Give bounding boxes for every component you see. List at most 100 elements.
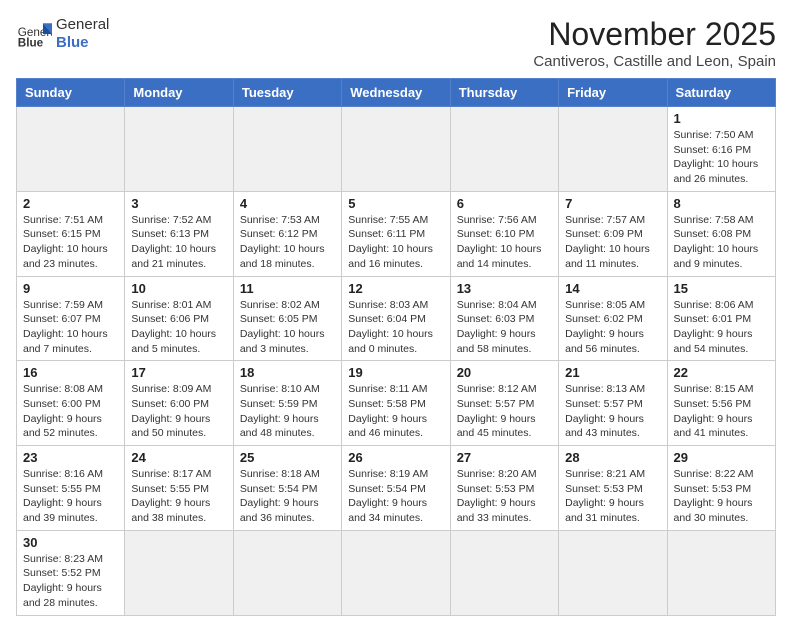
- day-info: Sunrise: 8:19 AM Sunset: 5:54 PM Dayligh…: [348, 467, 443, 526]
- day-cell: 29 Sunrise: 8:22 AM Sunset: 5:53 PM Dayli…: [667, 446, 775, 531]
- day-cell: [125, 530, 233, 615]
- day-info: Sunrise: 8:12 AM Sunset: 5:57 PM Dayligh…: [457, 382, 552, 441]
- day-number: 29: [674, 450, 769, 465]
- day-cell: [233, 530, 341, 615]
- weekday-header-friday: Friday: [559, 79, 667, 107]
- title-area: November 2025 Cantiveros, Castille and L…: [533, 16, 776, 70]
- logo-icon: General Blue: [16, 16, 52, 52]
- day-number: 15: [674, 281, 769, 296]
- day-info: Sunrise: 8:15 AM Sunset: 5:56 PM Dayligh…: [674, 382, 769, 441]
- day-info: Sunrise: 8:21 AM Sunset: 5:53 PM Dayligh…: [565, 467, 660, 526]
- day-cell: [342, 107, 450, 192]
- day-cell: 12Sunrise: 8:03 AM Sunset: 6:04 PM Dayli…: [342, 276, 450, 361]
- day-cell: 21Sunrise: 8:13 AM Sunset: 5:57 PM Dayli…: [559, 361, 667, 446]
- day-cell: 24Sunrise: 8:17 AM Sunset: 5:55 PM Dayli…: [125, 446, 233, 531]
- day-number: 30: [23, 535, 118, 550]
- weekday-header-row: SundayMondayTuesdayWednesdayThursdayFrid…: [17, 79, 776, 107]
- day-cell: [17, 107, 125, 192]
- day-info: Sunrise: 7:59 AM Sunset: 6:07 PM Dayligh…: [23, 298, 118, 357]
- location-title: Cantiveros, Castille and Leon, Spain: [533, 53, 776, 70]
- day-number: 26: [348, 450, 443, 465]
- day-info: Sunrise: 7:51 AM Sunset: 6:15 PM Dayligh…: [23, 213, 118, 272]
- day-number: 10: [131, 281, 226, 296]
- day-info: Sunrise: 8:01 AM Sunset: 6:06 PM Dayligh…: [131, 298, 226, 357]
- day-number: 3: [131, 196, 226, 211]
- day-info: Sunrise: 8:11 AM Sunset: 5:58 PM Dayligh…: [348, 382, 443, 441]
- day-number: 20: [457, 365, 552, 380]
- day-info: Sunrise: 7:58 AM Sunset: 6:08 PM Dayligh…: [674, 213, 769, 272]
- day-cell: 22Sunrise: 8:15 AM Sunset: 5:56 PM Dayli…: [667, 361, 775, 446]
- day-info: Sunrise: 8:10 AM Sunset: 5:59 PM Dayligh…: [240, 382, 335, 441]
- day-cell: 25Sunrise: 8:18 AM Sunset: 5:54 PM Dayli…: [233, 446, 341, 531]
- day-number: 7: [565, 196, 660, 211]
- day-info: Sunrise: 8:23 AM Sunset: 5:52 PM Dayligh…: [23, 552, 118, 611]
- day-cell: 26 Sunrise: 8:19 AM Sunset: 5:54 PM Dayli…: [342, 446, 450, 531]
- day-number: 9: [23, 281, 118, 296]
- day-cell: [342, 530, 450, 615]
- day-cell: 20 Sunrise: 8:12 AM Sunset: 5:57 PM Dayli…: [450, 361, 558, 446]
- day-info: Sunrise: 7:57 AM Sunset: 6:09 PM Dayligh…: [565, 213, 660, 272]
- weekday-header-tuesday: Tuesday: [233, 79, 341, 107]
- day-info: Sunrise: 8:18 AM Sunset: 5:54 PM Dayligh…: [240, 467, 335, 526]
- day-cell: 15 Sunrise: 8:06 AM Sunset: 6:01 PM Dayli…: [667, 276, 775, 361]
- day-info: Sunrise: 8:16 AM Sunset: 5:55 PM Dayligh…: [23, 467, 118, 526]
- day-info: Sunrise: 7:56 AM Sunset: 6:10 PM Dayligh…: [457, 213, 552, 272]
- day-number: 1: [674, 111, 769, 126]
- day-number: 12: [348, 281, 443, 296]
- day-cell: 30 Sunrise: 8:23 AM Sunset: 5:52 PM Dayli…: [17, 530, 125, 615]
- day-cell: [667, 530, 775, 615]
- day-cell: 13 Sunrise: 8:04 AM Sunset: 6:03 PM Dayli…: [450, 276, 558, 361]
- day-info: Sunrise: 8:20 AM Sunset: 5:53 PM Dayligh…: [457, 467, 552, 526]
- logo-blue: Blue: [56, 34, 109, 52]
- day-number: 27: [457, 450, 552, 465]
- day-cell: 19 Sunrise: 8:11 AM Sunset: 5:58 PM Dayli…: [342, 361, 450, 446]
- month-title: November 2025: [533, 16, 776, 53]
- weekday-header-saturday: Saturday: [667, 79, 775, 107]
- day-cell: 16 Sunrise: 8:08 AM Sunset: 6:00 PM Dayli…: [17, 361, 125, 446]
- day-cell: 9 Sunrise: 7:59 AM Sunset: 6:07 PM Daylig…: [17, 276, 125, 361]
- day-cell: [450, 530, 558, 615]
- header: General Blue General Blue November 2025 …: [16, 16, 776, 70]
- day-number: 18: [240, 365, 335, 380]
- week-row-3: 16 Sunrise: 8:08 AM Sunset: 6:00 PM Dayli…: [17, 361, 776, 446]
- day-number: 13: [457, 281, 552, 296]
- day-cell: [233, 107, 341, 192]
- day-number: 19: [348, 365, 443, 380]
- day-info: Sunrise: 7:55 AM Sunset: 6:11 PM Dayligh…: [348, 213, 443, 272]
- week-row-1: 2Sunrise: 7:51 AM Sunset: 6:15 PM Daylig…: [17, 191, 776, 276]
- day-cell: 1Sunrise: 7:50 AM Sunset: 6:16 PM Daylig…: [667, 107, 775, 192]
- day-number: 4: [240, 196, 335, 211]
- weekday-header-monday: Monday: [125, 79, 233, 107]
- day-cell: 11Sunrise: 8:02 AM Sunset: 6:05 PM Dayli…: [233, 276, 341, 361]
- day-cell: [125, 107, 233, 192]
- day-number: 24: [131, 450, 226, 465]
- day-info: Sunrise: 8:22 AM Sunset: 5:53 PM Dayligh…: [674, 467, 769, 526]
- day-info: Sunrise: 8:08 AM Sunset: 6:00 PM Dayligh…: [23, 382, 118, 441]
- week-row-4: 23Sunrise: 8:16 AM Sunset: 5:55 PM Dayli…: [17, 446, 776, 531]
- day-cell: [559, 107, 667, 192]
- day-cell: 14Sunrise: 8:05 AM Sunset: 6:02 PM Dayli…: [559, 276, 667, 361]
- week-row-2: 9 Sunrise: 7:59 AM Sunset: 6:07 PM Daylig…: [17, 276, 776, 361]
- day-cell: [559, 530, 667, 615]
- day-info: Sunrise: 8:06 AM Sunset: 6:01 PM Dayligh…: [674, 298, 769, 357]
- day-number: 28: [565, 450, 660, 465]
- day-cell: 18 Sunrise: 8:10 AM Sunset: 5:59 PM Dayli…: [233, 361, 341, 446]
- day-cell: 3Sunrise: 7:52 AM Sunset: 6:13 PM Daylig…: [125, 191, 233, 276]
- day-number: 17: [131, 365, 226, 380]
- day-cell: 28 Sunrise: 8:21 AM Sunset: 5:53 PM Dayli…: [559, 446, 667, 531]
- day-info: Sunrise: 8:13 AM Sunset: 5:57 PM Dayligh…: [565, 382, 660, 441]
- weekday-header-wednesday: Wednesday: [342, 79, 450, 107]
- day-info: Sunrise: 8:04 AM Sunset: 6:03 PM Dayligh…: [457, 298, 552, 357]
- logo-general: General: [56, 16, 109, 34]
- day-info: Sunrise: 7:53 AM Sunset: 6:12 PM Dayligh…: [240, 213, 335, 272]
- day-cell: 7 Sunrise: 7:57 AM Sunset: 6:09 PM Daylig…: [559, 191, 667, 276]
- day-cell: 4 Sunrise: 7:53 AM Sunset: 6:12 PM Daylig…: [233, 191, 341, 276]
- day-cell: 6 Sunrise: 7:56 AM Sunset: 6:10 PM Daylig…: [450, 191, 558, 276]
- logo: General Blue General Blue: [16, 16, 109, 52]
- weekday-header-sunday: Sunday: [17, 79, 125, 107]
- day-cell: 2Sunrise: 7:51 AM Sunset: 6:15 PM Daylig…: [17, 191, 125, 276]
- day-cell: 8Sunrise: 7:58 AM Sunset: 6:08 PM Daylig…: [667, 191, 775, 276]
- day-number: 6: [457, 196, 552, 211]
- day-cell: 27 Sunrise: 8:20 AM Sunset: 5:53 PM Dayli…: [450, 446, 558, 531]
- day-number: 16: [23, 365, 118, 380]
